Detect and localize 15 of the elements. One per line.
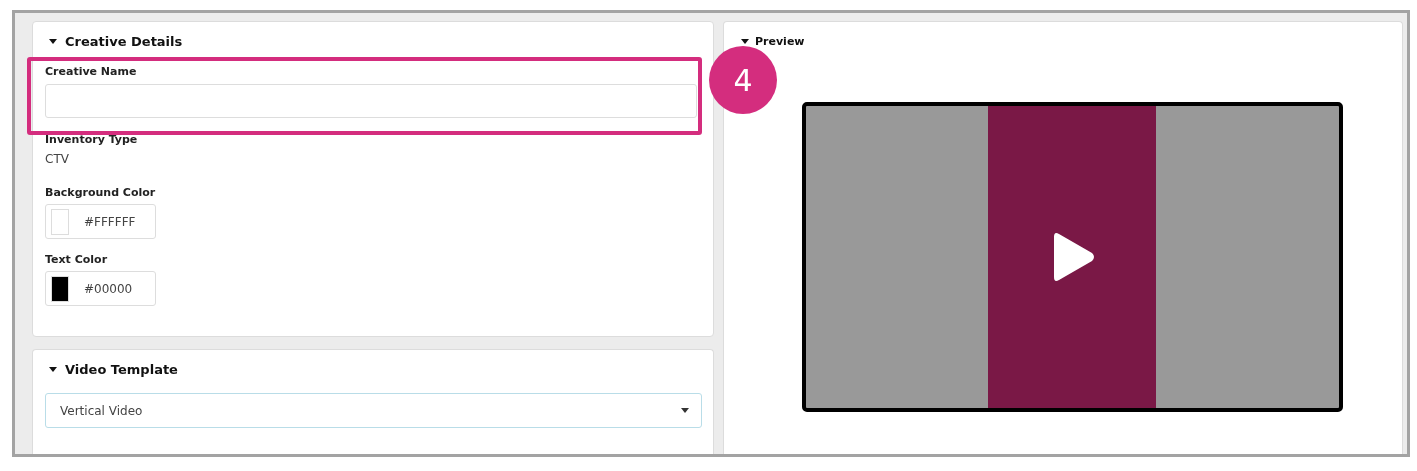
- video-preview[interactable]: [802, 102, 1343, 412]
- creative-details-toggle[interactable]: Creative Details: [45, 32, 183, 50]
- inventory-type-value: CTV: [45, 152, 69, 166]
- color-swatch[interactable]: [51, 208, 69, 235]
- caret-icon: [681, 408, 689, 413]
- field-label: Text Color: [45, 253, 108, 266]
- field-label: Inventory Type: [45, 133, 138, 146]
- creative-name-input[interactable]: [45, 84, 697, 118]
- field-label: Creative Name: [45, 65, 137, 78]
- color-field[interactable]: #FFFFFF: [45, 204, 156, 239]
- color-swatch[interactable]: [51, 275, 69, 302]
- video-template-toggle[interactable]: Video Template: [45, 360, 178, 378]
- color-field[interactable]: #00000: [45, 271, 156, 306]
- field-label: Background Color: [45, 186, 156, 199]
- video-template-select[interactable]: Vertical Video: [45, 393, 702, 428]
